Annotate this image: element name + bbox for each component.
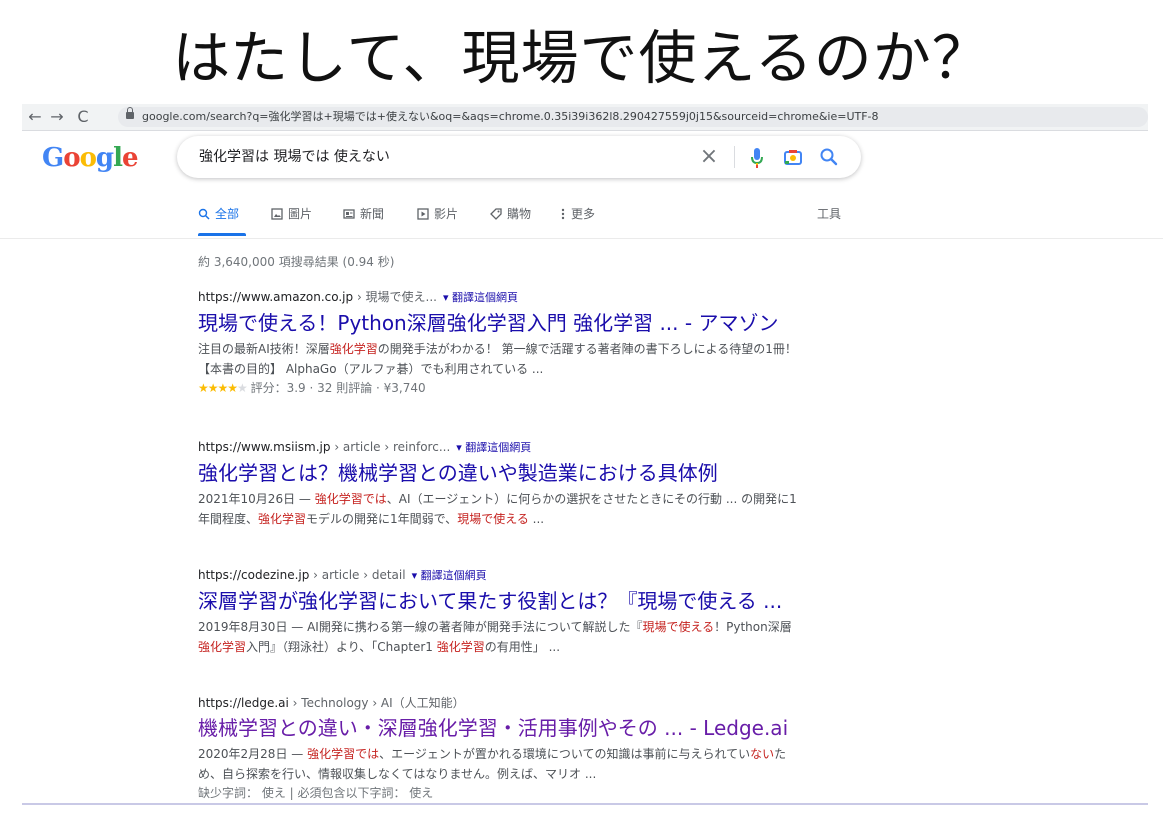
header-divider — [0, 238, 1163, 239]
tab-label: 影片 — [434, 207, 459, 221]
tag-icon — [490, 208, 502, 220]
active-tab-indicator — [198, 233, 246, 236]
result-title[interactable]: 深層学習が強化学習において果たす役割とは？『現場で使える ... — [198, 587, 798, 615]
tab-videos[interactable]: 影片 — [417, 204, 458, 234]
result-site: https://www.amazon.co.jp — [198, 290, 354, 304]
translate-link[interactable]: ▾ 翻譯這個網頁 — [443, 291, 518, 304]
result-site: https://www.msiism.jp — [198, 440, 331, 454]
video-icon — [417, 208, 429, 220]
result-site: https://codezine.jp — [198, 568, 310, 582]
reload-icon[interactable]: C — [74, 107, 92, 127]
result-url[interactable]: https://codezine.jp › article › detail ▾ … — [198, 566, 798, 585]
result-breadcrumb: › article › reinforc... — [330, 440, 451, 454]
result-breadcrumb: › Technology › AI（人工知能） — [288, 696, 465, 710]
result-rating: ★★★★★ 評分：3.9 · 32 則評論 · ¥3,740 — [198, 379, 798, 397]
result-title[interactable]: 強化学習とは？機械学習との違いや製造業における具体例 — [198, 459, 798, 487]
result-stats: 約 3,640,000 項搜尋結果 (0.94 秒) — [198, 255, 395, 269]
search-icon — [198, 208, 210, 220]
translate-link[interactable]: ▾ 翻譯這個網頁 — [412, 569, 487, 582]
tab-all[interactable]: 全部 — [198, 204, 239, 234]
tab-more[interactable]: 更多 — [560, 204, 595, 234]
address-url[interactable]: google.com/search?q=強化学習は+現場では+使えない&oq=&… — [142, 109, 879, 125]
browser-toolbar: ← → C google.com/search?q=強化学習は+現場では+使えな… — [22, 104, 1148, 131]
result-snippet: 注目の最新AI技術！深層強化学習の開発手法がわかる！ 第一線で活躍する著者陣の書… — [198, 342, 797, 376]
search-result: https://codezine.jp › article › detail ▾ … — [198, 566, 798, 657]
search-box[interactable]: 強化学習は 現場では 使えない × — [177, 136, 861, 178]
more-icon — [561, 208, 565, 220]
slide-title: はたして、現場で使えるのか？ — [172, 24, 991, 92]
search-result: https://www.msiism.jp › article › reinfo… — [198, 438, 798, 529]
tab-shopping[interactable]: 購物 — [490, 204, 531, 234]
camera-icon[interactable] — [783, 147, 803, 167]
tab-label: 新聞 — [360, 207, 385, 221]
result-url[interactable]: https://www.msiism.jp › article › reinfo… — [198, 438, 798, 457]
missing-terms: 缺少字詞： 使え | 必須包含以下字詞： 使え — [198, 786, 434, 800]
result-title[interactable]: 機械学習との違い・深層強化学習・活用事例やその ... - Ledge.ai — [198, 714, 798, 742]
result-url[interactable]: https://ledge.ai › Technology › AI（人工知能） — [198, 694, 798, 712]
search-result: https://www.amazon.co.jp › 現場で使え... ▾ 翻譯這… — [198, 288, 798, 397]
back-icon[interactable]: ← — [26, 107, 44, 127]
search-divider — [734, 146, 735, 168]
tab-label: 購物 — [507, 207, 532, 221]
rating-text: 評分：3.9 · 32 則評論 · ¥3,740 — [246, 381, 426, 395]
result-title[interactable]: 現場で使える！Python深層強化学習入門 強化学習 ... - アマゾン — [198, 309, 798, 337]
tab-label: 更多 — [571, 207, 596, 221]
forward-icon[interactable]: → — [48, 107, 66, 127]
result-breadcrumb: › article › detail — [309, 568, 406, 582]
result-breadcrumb: › 現場で使え... — [353, 290, 437, 304]
page-bottom-divider — [22, 803, 1148, 805]
result-site: https://ledge.ai — [198, 696, 289, 710]
result-url[interactable]: https://www.amazon.co.jp › 現場で使え... ▾ 翻譯這… — [198, 288, 798, 307]
address-bar[interactable]: google.com/search?q=強化学習は+現場では+使えない&oq=&… — [118, 107, 1148, 127]
mic-icon[interactable] — [749, 146, 765, 170]
search-icon[interactable] — [819, 147, 839, 167]
news-icon — [343, 209, 355, 219]
image-icon — [271, 208, 283, 220]
close-icon[interactable]: × — [698, 144, 720, 170]
lock-icon — [126, 107, 134, 119]
star-rating-icon: ★★★★★ — [198, 381, 248, 395]
tab-label: 全部 — [215, 207, 240, 221]
tab-label: 圖片 — [288, 207, 313, 221]
search-input[interactable]: 強化学習は 現場では 使えない — [199, 136, 390, 178]
result-snippet: 2021年10月26日 — 強化学習では、AI（エージェント）に何らかの選択をさ… — [198, 492, 797, 526]
tab-news[interactable]: 新聞 — [343, 204, 384, 234]
tab-images[interactable]: 圖片 — [271, 204, 312, 234]
result-snippet: 2019年8月30日 — AI開発に携わる第一線の著者陣が開発手法について解説し… — [198, 620, 792, 654]
tools-button[interactable]: 工具 — [817, 204, 841, 224]
search-result: https://ledge.ai › Technology › AI（人工知能）… — [198, 694, 798, 802]
translate-link[interactable]: ▾ 翻譯這個網頁 — [456, 441, 531, 454]
result-snippet: 2020年2月28日 — 強化学習では、エージェントが置かれる環境についての知識… — [198, 747, 787, 781]
google-logo[interactable]: Google — [42, 142, 139, 174]
